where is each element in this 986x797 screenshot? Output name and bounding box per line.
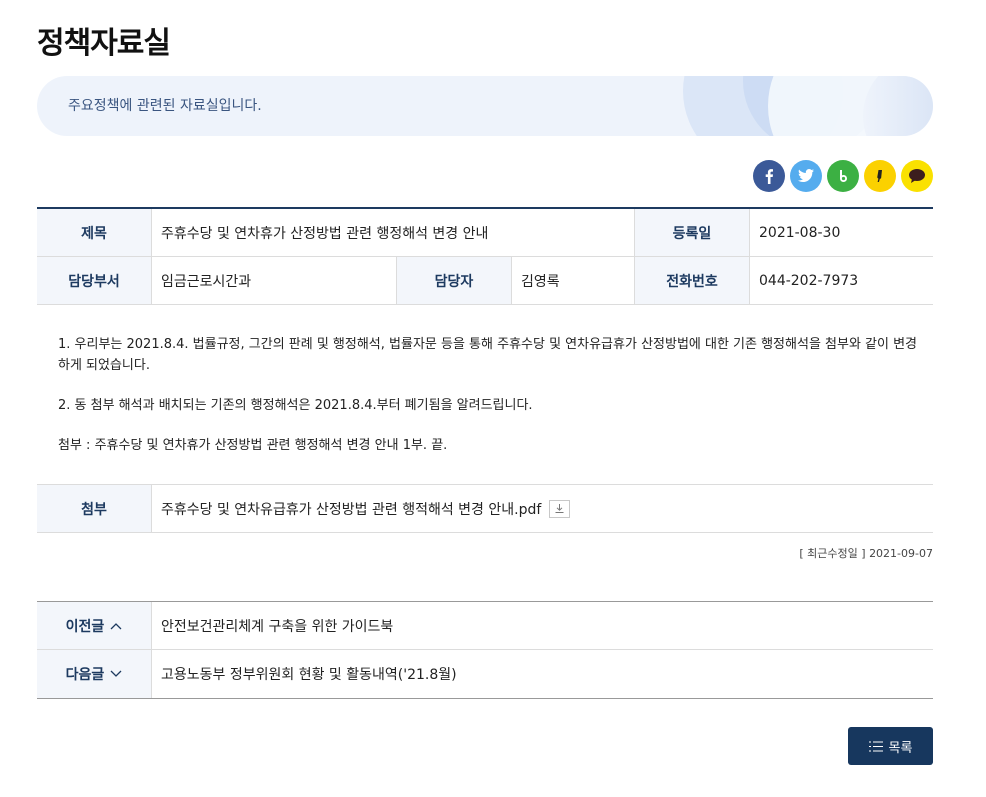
info-row-meta: 담당부서 임금근로시간과 담당자 김영록 전화번호 044-202-7973 — [37, 257, 933, 305]
attachment-file-link[interactable]: 주휴수당 및 연차유급휴가 산정방법 관련 행적해석 변경 안내.pdf — [161, 499, 541, 519]
twitter-share-button[interactable] — [790, 160, 822, 192]
manager-label: 담당자 — [397, 257, 512, 304]
prev-post-link[interactable]: 안전보건관리체계 구축을 위한 가이드북 — [152, 602, 393, 649]
kakaostory-share-button[interactable] — [864, 160, 896, 192]
content-paragraph-3: 첨부 : 주휴수당 및 연차휴가 산정방법 관련 행정해석 변경 안내 1부. … — [58, 438, 448, 453]
band-share-button[interactable] — [827, 160, 859, 192]
kakaotalk-icon — [909, 169, 925, 183]
date-value: 2021-08-30 — [759, 224, 841, 241]
next-post-label: 다음글 — [65, 667, 105, 683]
content-paragraph-1: 1. 우리부는 2021.8.4. 법률규정, 그간의 판례 및 행정해석, 법… — [58, 337, 918, 373]
list-button-label: 목록 — [888, 740, 913, 756]
chevron-down-icon — [110, 670, 122, 677]
phone-value: 044-202-7973 — [759, 272, 859, 289]
chevron-up-icon — [110, 622, 122, 629]
phone-label: 전화번호 — [635, 257, 750, 304]
dept-value: 임금근로시간과 — [152, 257, 397, 304]
next-post-link[interactable]: 고용노동부 정부위원회 현황 및 활동내역('21.8월) — [152, 650, 457, 698]
attachment-row: 첨부 주휴수당 및 연차유급휴가 산정방법 관련 행적해석 변경 안내.pdf — [37, 485, 933, 533]
post-content: 1. 우리부는 2021.8.4. 법률규정, 그간의 판례 및 행정해석, 법… — [58, 334, 918, 456]
title-value: 주휴수당 및 연차휴가 산정방법 관련 행정해석 변경 안내 — [152, 209, 635, 256]
kakaotalk-share-button[interactable] — [901, 160, 933, 192]
next-post-label-cell[interactable]: 다음글 — [37, 650, 152, 698]
title-label: 제목 — [37, 209, 152, 256]
banner-text: 주요정책에 관련된 자료실입니다. — [68, 98, 262, 114]
kakaostory-icon — [877, 170, 882, 182]
download-icon — [555, 504, 564, 513]
page-banner: 주요정책에 관련된 자료실입니다. — [37, 76, 933, 136]
band-icon — [840, 170, 847, 182]
twitter-icon — [798, 169, 814, 182]
attachment-cell: 주휴수당 및 연차유급휴가 산정방법 관련 행적해석 변경 안내.pdf — [152, 485, 933, 532]
prev-post-label-cell[interactable]: 이전글 — [37, 602, 152, 649]
content-paragraph-2: 2. 동 첨부 해석과 배치되는 기존의 행정해석은 2021.8.4.부터 폐… — [58, 398, 533, 413]
post-info-table: 제목 주휴수당 및 연차휴가 산정방법 관련 행정해석 변경 안내 등록일 20… — [37, 207, 933, 305]
date-label: 등록일 — [635, 209, 750, 256]
prev-post-row[interactable]: 이전글 안전보건관리체계 구축을 위한 가이드북 — [37, 602, 933, 650]
banner-decoration-icon — [683, 76, 933, 136]
facebook-icon — [765, 169, 773, 184]
prev-post-label: 이전글 — [65, 618, 105, 635]
download-button[interactable] — [549, 499, 571, 518]
manager-value: 김영록 — [512, 257, 635, 304]
attachment-table: 첨부 주휴수당 및 연차유급휴가 산정방법 관련 행적해석 변경 안내.pdf — [37, 484, 933, 533]
next-post-row[interactable]: 다음글 고용노동부 정부위원회 현황 및 활동내역('21.8월) — [37, 650, 933, 698]
page-title: 정책자료실 — [37, 26, 171, 61]
prev-next-nav: 이전글 안전보건관리체계 구축을 위한 가이드북 다음글 고용노동부 정부위원회… — [37, 601, 933, 699]
share-bar — [753, 160, 933, 192]
info-row-title: 제목 주휴수당 및 연차휴가 산정방법 관련 행정해석 변경 안내 등록일 20… — [37, 209, 933, 257]
list-button[interactable]: 목록 — [848, 727, 933, 765]
last-modified-date: [ 최근수정일 ] 2021-09-07 — [799, 547, 933, 560]
list-icon — [868, 741, 883, 751]
attachment-label: 첨부 — [37, 485, 152, 532]
dept-label: 담당부서 — [37, 257, 152, 304]
facebook-share-button[interactable] — [753, 160, 785, 192]
